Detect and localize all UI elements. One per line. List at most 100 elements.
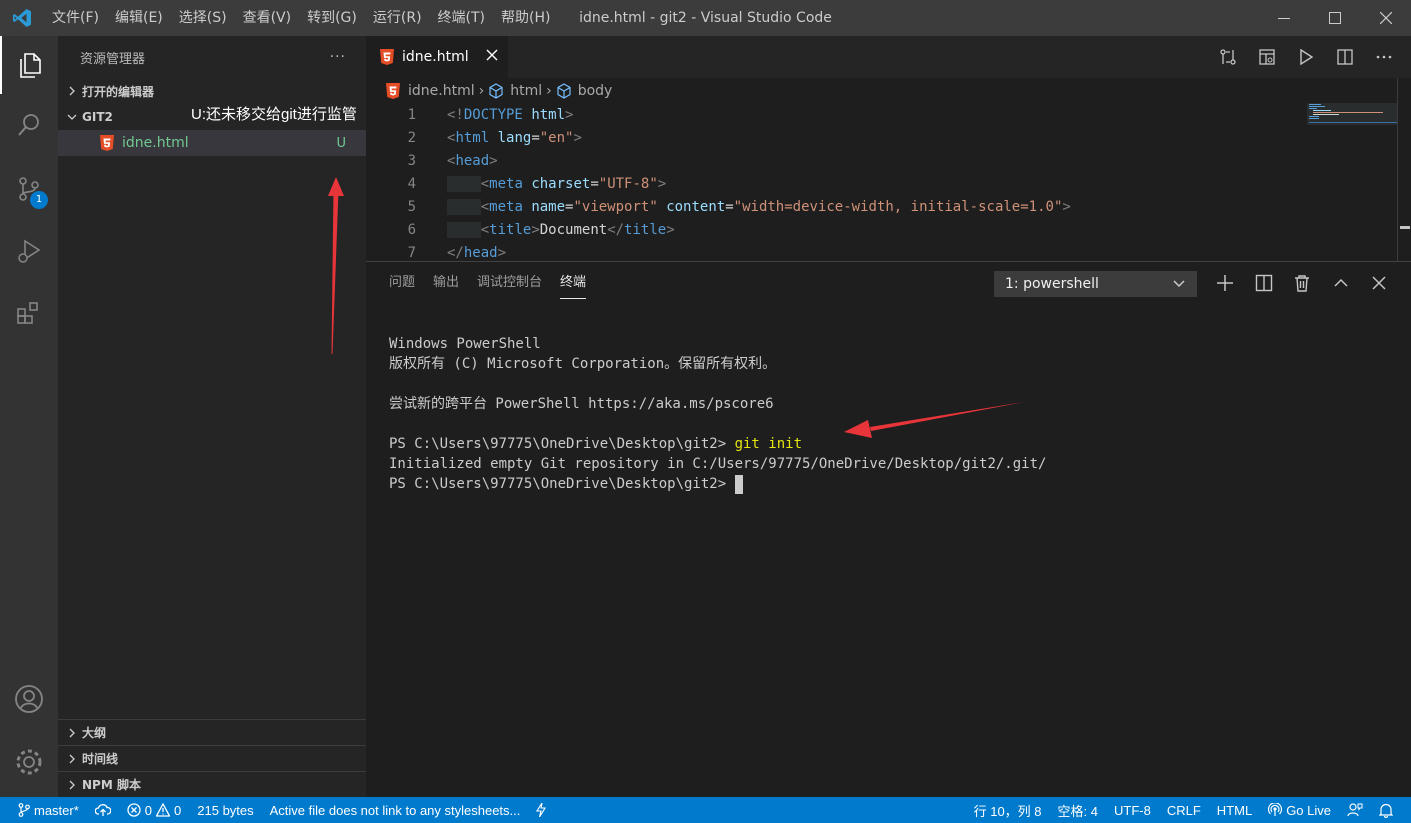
close-window-button[interactable] <box>1360 0 1411 36</box>
chevron-right-icon <box>64 86 80 96</box>
vscode-logo-icon <box>0 0 44 36</box>
editor-tab-bar: idne.html <box>366 36 1411 78</box>
git-branch-icon <box>18 803 30 817</box>
activity-bar: 1 <box>0 36 58 797</box>
run-debug-icon[interactable] <box>0 222 58 280</box>
menu-run[interactable]: 运行(R) <box>365 0 430 36</box>
tab-output[interactable]: 输出 <box>433 262 459 304</box>
chevron-down-icon <box>64 113 80 121</box>
error-icon <box>127 803 141 817</box>
branch-indicator[interactable]: master* <box>0 803 87 818</box>
broadcast-icon <box>1268 803 1283 817</box>
minimize-button[interactable] <box>1258 0 1309 36</box>
symbol-icon <box>556 83 572 99</box>
source-control-icon[interactable] <box>0 160 58 218</box>
feedback-icon[interactable] <box>1339 802 1371 818</box>
terminal-line: Windows PowerShell <box>389 336 541 352</box>
explorer-icon[interactable] <box>0 36 58 94</box>
status-bar: master* 0 0 215 bytes Active file does n… <box>0 797 1411 823</box>
code-line: 6 <title>Document</title> <box>366 218 1396 241</box>
tab-problems[interactable]: 问题 <box>389 262 415 304</box>
close-tab-icon[interactable] <box>486 49 498 65</box>
tab-label: idne.html <box>402 49 469 65</box>
cursor-position[interactable]: 行 10，列 8 <box>966 801 1050 820</box>
npm-scripts-section[interactable]: NPM 脚本 <box>58 771 366 797</box>
tab-debug-console[interactable]: 调试控制台 <box>477 262 542 304</box>
trash-icon[interactable] <box>1283 262 1322 304</box>
sync-button[interactable] <box>87 803 119 817</box>
terminal-line: 尝试新的跨平台 PowerShell https://aka.ms/pscore… <box>389 396 774 412</box>
menu-help[interactable]: 帮助(H) <box>493 0 558 36</box>
menu-selection[interactable]: 选择(S) <box>171 0 235 36</box>
file-name: idne.html <box>122 135 189 151</box>
open-editors-section[interactable]: 打开的编辑器 <box>58 78 366 104</box>
open-preview-icon[interactable] <box>1247 36 1286 78</box>
terminal-prompt: PS C:\Users\97775\OneDrive\Desktop\git2> <box>389 476 735 492</box>
stylesheet-message[interactable]: Active file does not link to any stylesh… <box>262 803 529 818</box>
encoding[interactable]: UTF-8 <box>1106 803 1159 818</box>
title-bar: 文件(F) 编辑(E) 选择(S) 查看(V) 转到(G) 运行(R) 终端(T… <box>0 0 1411 36</box>
extensions-icon[interactable] <box>0 284 58 342</box>
menu-edit[interactable]: 编辑(E) <box>107 0 171 36</box>
breadcrumb: idne.html › html › body <box>366 78 1411 104</box>
editor-vertical-scrollbar[interactable] <box>1397 78 1411 261</box>
outline-section[interactable]: 大纲 <box>58 719 366 745</box>
open-changes-icon[interactable] <box>1208 36 1247 78</box>
terminal-prompt: PS C:\Users\97775\OneDrive\Desktop\git2> <box>389 436 735 452</box>
maximize-panel-icon[interactable] <box>1322 262 1361 304</box>
tab-terminal[interactable]: 终端 <box>560 262 587 304</box>
search-icon[interactable] <box>0 96 58 154</box>
menu-terminal[interactable]: 终端(T) <box>430 0 493 36</box>
breadcrumb-file[interactable]: idne.html <box>408 83 475 99</box>
language-mode[interactable]: HTML <box>1209 803 1260 818</box>
more-actions-icon[interactable] <box>1364 36 1403 78</box>
terminal-command: git init <box>734 436 803 452</box>
file-item-idne-html[interactable]: idne.html U <box>58 130 366 156</box>
npm-scripts-label: NPM 脚本 <box>82 778 141 792</box>
breadcrumb-html[interactable]: html <box>510 83 542 99</box>
timeline-section[interactable]: 时间线 <box>58 745 366 771</box>
new-terminal-icon[interactable] <box>1206 262 1245 304</box>
warning-count: 0 <box>174 802 182 818</box>
close-panel-icon[interactable] <box>1360 262 1399 304</box>
line-number: 1 <box>407 106 416 123</box>
split-terminal-icon[interactable] <box>1245 262 1284 304</box>
window-controls <box>1258 0 1411 36</box>
end-of-line[interactable]: CRLF <box>1159 803 1209 818</box>
panel-tab-bar: 问题 输出 调试控制台 终端 1: powershell <box>366 262 1411 304</box>
problems-indicator[interactable]: 0 0 <box>119 803 189 818</box>
maximize-button[interactable] <box>1309 0 1360 36</box>
editor-actions <box>1208 36 1403 78</box>
untracked-status-badge: U <box>336 135 346 151</box>
chevron-down-icon <box>1172 276 1186 296</box>
go-live-button[interactable]: Go Live <box>1260 803 1339 818</box>
notifications-bell-icon[interactable] <box>1371 803 1411 818</box>
settings-gear-icon[interactable] <box>0 733 58 791</box>
terminal-shell-select[interactable]: 1: powershell <box>994 271 1197 297</box>
menu-view[interactable]: 查看(V) <box>235 0 300 36</box>
code-editor[interactable]: 1 <!DOCTYPE html> 2 <html lang="en"> 3 <hea… <box>366 103 1396 264</box>
terminal-output[interactable]: Windows PowerShell 版权所有 (C) Microsoft Co… <box>389 334 1046 494</box>
terminal-line: Initialized empty Git repository in C:/U… <box>389 456 1047 472</box>
account-icon[interactable] <box>0 670 58 728</box>
minimap[interactable] <box>1307 103 1397 261</box>
split-editor-icon[interactable] <box>1325 36 1364 78</box>
run-play-icon[interactable] <box>1286 36 1325 78</box>
symbol-icon <box>488 83 504 99</box>
line-number: 3 <box>407 152 416 169</box>
breadcrumb-body[interactable]: body <box>578 83 613 99</box>
terminal-command-line: PS C:\Users\97775\OneDrive\Desktop\git2>… <box>389 434 1046 454</box>
lightning-icon[interactable] <box>528 803 554 817</box>
error-count: 0 <box>144 802 153 818</box>
html5-file-icon <box>386 83 400 99</box>
timeline-label: 时间线 <box>82 752 119 766</box>
more-actions-button[interactable]: ··· <box>330 49 346 65</box>
indentation[interactable]: 空格: 4 <box>1050 801 1106 820</box>
menu-go[interactable]: 转到(G) <box>299 0 365 36</box>
tab-idne-html[interactable]: idne.html <box>366 36 508 78</box>
sidebar-title: 资源管理器 <box>80 51 146 67</box>
chevron-right-icon <box>64 780 80 790</box>
menu-file[interactable]: 文件(F) <box>44 0 107 36</box>
code-line: 2 <html lang="en"> <box>366 126 1396 149</box>
